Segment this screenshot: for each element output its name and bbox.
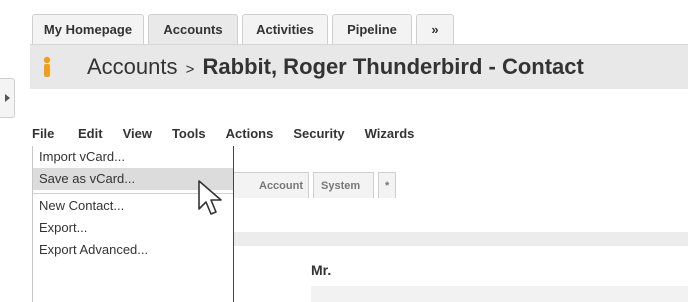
mouse-pointer-icon	[198, 180, 222, 215]
section-header-band	[232, 232, 688, 246]
breadcrumb-separator: >	[185, 61, 195, 78]
menu-item-import-vcard[interactable]: Import vCard...	[33, 146, 233, 168]
name-field-row	[311, 286, 688, 302]
record-subtabs: Account System *	[232, 172, 397, 198]
tab-pipeline[interactable]: Pipeline	[332, 14, 412, 44]
menu-edit[interactable]: Edit	[68, 122, 113, 146]
menu-actions[interactable]: Actions	[216, 122, 284, 146]
tab-accounts[interactable]: Accounts	[148, 14, 238, 44]
subtab-system[interactable]: System	[313, 172, 374, 198]
record-name: Rabbit, Roger Thunderbird - Contact	[202, 54, 584, 79]
tab-more[interactable]: »	[416, 14, 454, 44]
menu-view[interactable]: View	[113, 122, 162, 146]
menubar: File Edit View Tools Actions Security Wi…	[30, 122, 424, 146]
menu-wizards[interactable]: Wizards	[355, 122, 425, 146]
menu-security[interactable]: Security	[283, 122, 354, 146]
salutation-value: Mr.	[311, 262, 332, 278]
menu-item-export[interactable]: Export...	[33, 217, 233, 239]
subtab-account[interactable]: Account	[232, 172, 309, 198]
sidebar-toggle[interactable]	[0, 78, 15, 118]
tab-activities[interactable]: Activities	[242, 14, 328, 44]
tab-my-homepage[interactable]: My Homepage	[32, 14, 144, 44]
record-title-bar: Accounts > Rabbit, Roger Thunderbird - C…	[30, 44, 688, 89]
contact-icon	[43, 56, 51, 77]
expand-arrow-icon	[5, 94, 10, 102]
menu-tools[interactable]: Tools	[162, 122, 216, 146]
file-menu-dropdown: Import vCard... Save as vCard... New Con…	[32, 146, 234, 302]
breadcrumb-module[interactable]: Accounts	[87, 54, 178, 79]
page-title: Accounts > Rabbit, Roger Thunderbird - C…	[87, 45, 584, 89]
menu-item-export-advanced[interactable]: Export Advanced...	[33, 239, 233, 261]
subtab-add[interactable]: *	[378, 172, 397, 198]
module-tabs: My Homepage Accounts Activities Pipeline…	[32, 14, 454, 44]
menu-file[interactable]: File	[30, 122, 68, 146]
